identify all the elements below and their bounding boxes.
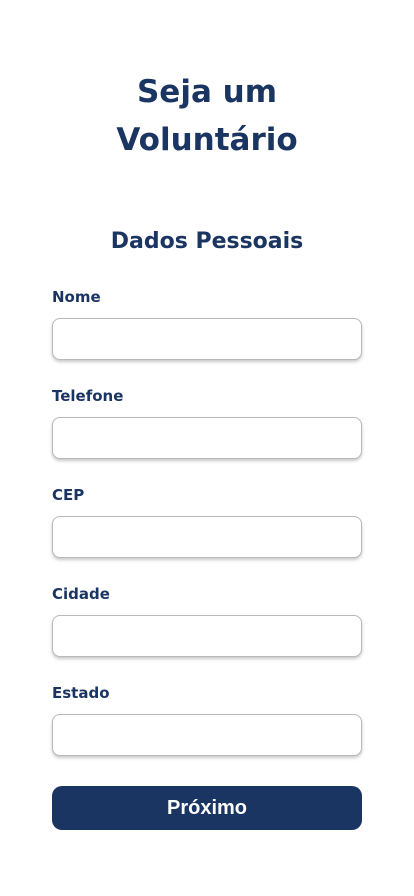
nome-label: Nome — [52, 288, 101, 306]
cidade-input[interactable] — [52, 615, 362, 657]
field-cep: CEP — [52, 485, 362, 558]
estado-label: Estado — [52, 684, 110, 702]
nome-input[interactable] — [52, 318, 362, 360]
field-nome: Nome — [52, 287, 362, 360]
page-title: Seja um Voluntário — [0, 68, 414, 164]
field-telefone: Telefone — [52, 386, 362, 459]
next-button[interactable]: Próximo — [52, 786, 362, 830]
page-title-line-1: Seja um — [136, 74, 278, 110]
cidade-label: Cidade — [52, 585, 110, 603]
telefone-label: Telefone — [52, 387, 124, 405]
estado-input[interactable] — [52, 714, 362, 756]
field-cidade: Cidade — [52, 584, 362, 657]
field-estado: Estado — [52, 683, 362, 756]
page-title-line-2: Voluntário — [116, 122, 298, 158]
telefone-input[interactable] — [52, 417, 362, 459]
cep-input[interactable] — [52, 516, 362, 558]
section-title: Dados Pessoais — [110, 229, 304, 254]
cep-label: CEP — [52, 486, 85, 504]
